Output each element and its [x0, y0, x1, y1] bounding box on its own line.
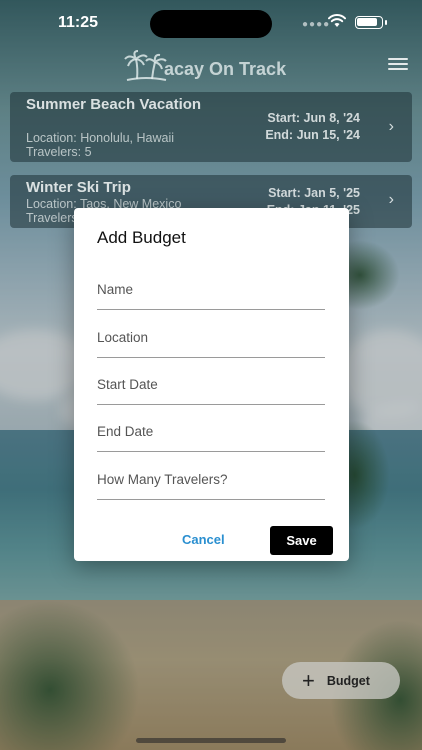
plus-icon: +: [302, 667, 315, 693]
start-date-field[interactable]: Start Date: [97, 369, 325, 405]
name-field[interactable]: Name: [97, 274, 325, 310]
app-title: acay On Track: [164, 59, 287, 79]
travelers-count-field[interactable]: How Many Travelers?: [97, 464, 325, 500]
dynamic-island: [150, 10, 272, 38]
field-placeholder: Start Date: [97, 377, 158, 392]
chevron-right-icon: ›: [388, 191, 394, 208]
trip-start-date: Start: Jan 5, '25: [268, 186, 360, 200]
app-header: acay On Track: [0, 46, 422, 86]
field-placeholder: Location: [97, 330, 149, 345]
trip-card[interactable]: Summer Beach Vacation Location: Honolulu…: [10, 92, 412, 162]
battery-tip: [385, 20, 387, 25]
chevron-right-icon: ›: [388, 118, 394, 135]
trip-end-date: End: Jun 15, '24: [265, 128, 360, 142]
hamburger-menu-icon[interactable]: [388, 58, 408, 72]
trip-title: Winter Ski Trip: [26, 179, 131, 196]
status-bar: 11:25 ●●●●: [0, 0, 422, 46]
location-field[interactable]: Location: [97, 322, 325, 358]
wifi-icon: [328, 14, 346, 27]
trip-location: Location: Honolulu, Hawaii: [26, 131, 175, 145]
field-placeholder: End Date: [97, 424, 154, 439]
end-date-field[interactable]: End Date: [97, 416, 325, 452]
trip-travelers: Travelers: 5: [26, 145, 92, 159]
trip-travelers: Travelers: [26, 211, 78, 225]
add-budget-dialog: Add Budget Name Location Start Date End …: [74, 208, 349, 561]
trip-title: Summer Beach Vacation: [26, 96, 202, 113]
home-indicator[interactable]: [136, 738, 286, 743]
trip-start-date: Start: Jun 8, '24: [267, 111, 360, 125]
app-logo: acay On Track: [124, 48, 286, 82]
palm-trees-icon: [124, 50, 167, 81]
dialog-title: Add Budget: [97, 228, 186, 247]
battery-icon: [355, 16, 383, 29]
field-placeholder: Name: [97, 282, 134, 297]
add-budget-label: Budget: [326, 673, 370, 688]
cancel-button[interactable]: Cancel: [182, 532, 225, 547]
status-time: 11:25: [58, 14, 99, 31]
field-placeholder: How Many Travelers?: [97, 472, 228, 487]
cellular-signal-icon: ●●●●: [302, 19, 331, 30]
add-budget-button[interactable]: + Budget: [282, 662, 400, 699]
save-button[interactable]: Save: [270, 526, 333, 555]
